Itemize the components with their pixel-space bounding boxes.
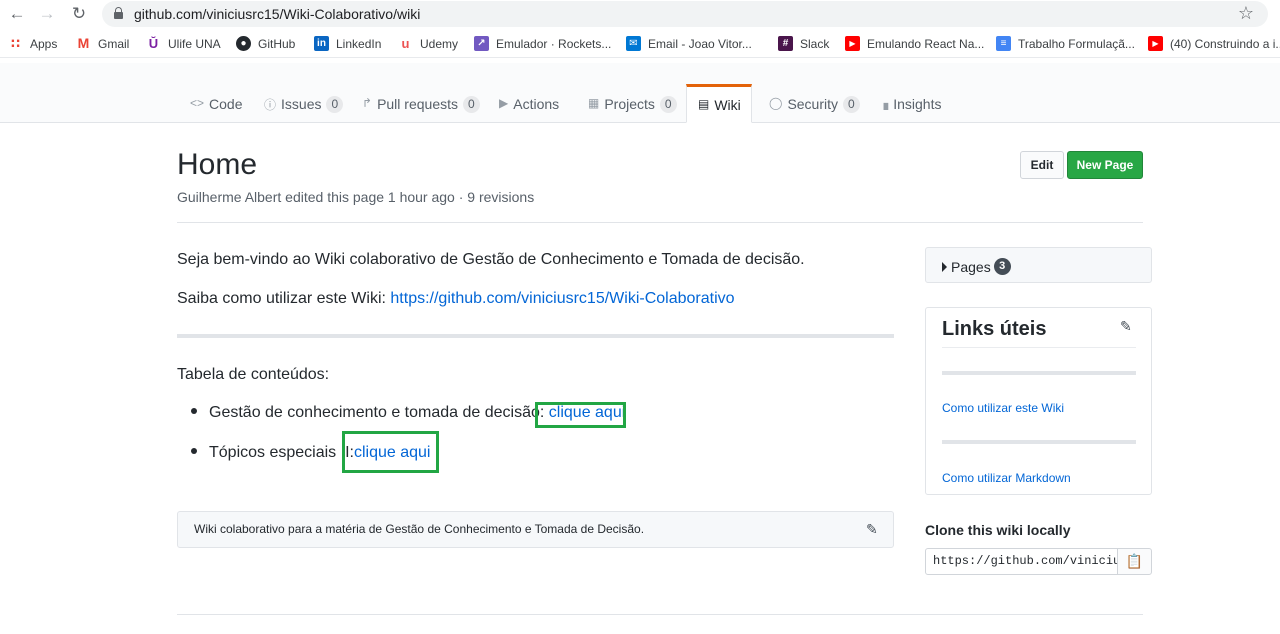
pencil-icon[interactable]: ✎ xyxy=(866,521,878,538)
copy-clipboard-button[interactable]: 📋 xyxy=(1117,548,1152,575)
tab-actions[interactable]: ▶ Actions xyxy=(499,84,559,123)
bookmark-github[interactable]: ● GitHub xyxy=(236,36,295,51)
clipboard-icon: 📋 xyxy=(1125,553,1144,569)
ulife-icon: Ŭ xyxy=(148,36,159,51)
pull-request-icon: ↱ xyxy=(362,96,373,110)
link-como-utilizar-wiki[interactable]: Como utilizar este Wiki xyxy=(942,401,1064,415)
email-icon: ✉ xyxy=(626,36,641,51)
divider xyxy=(177,614,1143,615)
youtube-icon: ▶ xyxy=(845,36,860,51)
tab-wiki[interactable]: ▤ Wiki xyxy=(686,84,752,123)
tab-pull-requests[interactable]: ↱ Pull requests 0 xyxy=(362,84,480,123)
horizontal-rule xyxy=(942,371,1136,375)
horizontal-rule xyxy=(177,334,894,338)
bookmark-udemy[interactable]: u Udemy xyxy=(398,36,459,51)
bookmark-star-icon[interactable]: ☆ xyxy=(1238,3,1254,24)
bookmark-docs[interactable]: ≡ Trabalho Formulaçã... xyxy=(996,36,1135,51)
tab-code[interactable]: <> Code xyxy=(190,84,242,123)
pencil-icon[interactable]: ✎ xyxy=(1120,318,1132,335)
shield-icon: ◯ xyxy=(769,96,783,110)
url-text[interactable]: github.com/viniciusrc15/Wiki-Colaborativ… xyxy=(134,6,420,22)
udemy-icon: u xyxy=(401,36,410,51)
divider xyxy=(177,222,1143,223)
footer-text: Wiki colaborativo para a matéria de Gest… xyxy=(194,522,645,536)
bookmark-youtube-2[interactable]: ▶ (40) Construindo a i... xyxy=(1148,36,1280,51)
issues-counter: 0 xyxy=(326,96,344,113)
bookmark-apps[interactable]: ∷ Apps xyxy=(8,36,57,51)
reload-icon[interactable]: ↻ xyxy=(68,3,90,25)
page-meta[interactable]: Guilherme Albert edited this page 1 hour… xyxy=(177,189,534,205)
browser-toolbar: ← → ↻ github.com/viniciusrc15/Wiki-Colab… xyxy=(0,0,1280,28)
github-icon: ● xyxy=(236,36,251,51)
play-icon: ▶ xyxy=(499,96,509,110)
linkedin-icon: in xyxy=(314,36,329,51)
pages-counter: 3 xyxy=(993,258,1011,275)
tab-issues[interactable]: ⓘ Issues 0 xyxy=(264,84,344,123)
issue-icon: ⓘ xyxy=(264,98,277,112)
links-title: Links úteis xyxy=(942,318,1047,340)
lock-icon xyxy=(114,7,123,19)
bookmarks-bar: ∷ Apps M Gmail Ŭ Ulife UNA ● GitHub in Linked… xyxy=(0,30,1280,58)
address-bar[interactable]: github.com/viniciusrc15/Wiki-Colaborativ… xyxy=(102,1,1268,27)
gmail-icon: M xyxy=(77,35,90,51)
toc-title: Tabela de conteúdos: xyxy=(177,366,330,383)
bookmark-ulife[interactable]: Ŭ Ulife UNA xyxy=(146,36,221,51)
tab-insights[interactable]: ▗ Insights xyxy=(879,84,941,123)
bookmark-linkedin[interactable]: in LinkedIn xyxy=(314,36,381,51)
tab-projects[interactable]: ▦ Projects 0 xyxy=(588,84,677,123)
usage-link[interactable]: https://github.com/viniciusrc15/Wiki-Col… xyxy=(390,290,734,307)
graph-icon: ▗ xyxy=(879,96,889,110)
bookmark-rocketseat[interactable]: ↗ Emulador · Rockets... xyxy=(474,36,611,51)
link-como-utilizar-markdown[interactable]: Como utilizar Markdown xyxy=(942,471,1071,485)
code-icon: <> xyxy=(190,96,205,110)
clone-url-field[interactable]: https://github.com/viniciusrc15/Wiki-Col… xyxy=(925,548,1118,575)
apps-grid-icon: ∷ xyxy=(10,36,21,51)
bookmark-email[interactable]: ✉ Email - Joao Vitor... xyxy=(626,36,752,51)
highlight-box xyxy=(342,431,439,473)
usage-paragraph: Saiba como utilizar este Wiki: https://g… xyxy=(177,290,735,307)
bookmark-gmail[interactable]: M Gmail xyxy=(76,35,130,51)
horizontal-rule xyxy=(942,440,1136,444)
forward-icon[interactable]: → xyxy=(36,3,58,25)
edit-button[interactable]: Edit xyxy=(1020,151,1064,179)
bookmark-slack[interactable]: # Slack xyxy=(778,36,829,51)
projects-counter: 0 xyxy=(659,96,677,113)
back-icon[interactable]: ← xyxy=(6,3,28,25)
caret-right-icon xyxy=(942,261,947,272)
clone-title: Clone this wiki locally xyxy=(925,522,1071,538)
bullet-icon xyxy=(191,447,197,454)
bullet-icon xyxy=(191,407,197,414)
slack-icon: # xyxy=(778,36,793,51)
youtube-icon: ▶ xyxy=(1148,36,1163,51)
rocketseat-icon: ↗ xyxy=(474,36,489,51)
security-counter: 0 xyxy=(843,96,860,113)
page-title: Home xyxy=(177,148,258,181)
divider xyxy=(942,347,1136,348)
new-page-button[interactable]: New Page xyxy=(1067,151,1143,179)
project-icon: ▦ xyxy=(588,96,600,110)
google-docs-icon: ≡ xyxy=(996,36,1011,51)
highlight-box xyxy=(535,402,626,428)
pull-requests-counter: 0 xyxy=(463,96,480,113)
wiki-footer: Wiki colaborativo para a matéria de Gest… xyxy=(177,511,894,548)
pages-toggle[interactable]: Pages 3 xyxy=(925,247,1152,283)
bookmark-youtube-1[interactable]: ▶ Emulando React Na... xyxy=(845,36,984,51)
tab-security[interactable]: ◯ Security 0 xyxy=(769,84,860,123)
welcome-text: Seja bem-vindo ao Wiki colaborativo de G… xyxy=(177,251,805,268)
book-icon: ▤ xyxy=(698,97,710,111)
sidebar-links: Links úteis ✎ Como utilizar este Wiki Co… xyxy=(925,307,1152,495)
